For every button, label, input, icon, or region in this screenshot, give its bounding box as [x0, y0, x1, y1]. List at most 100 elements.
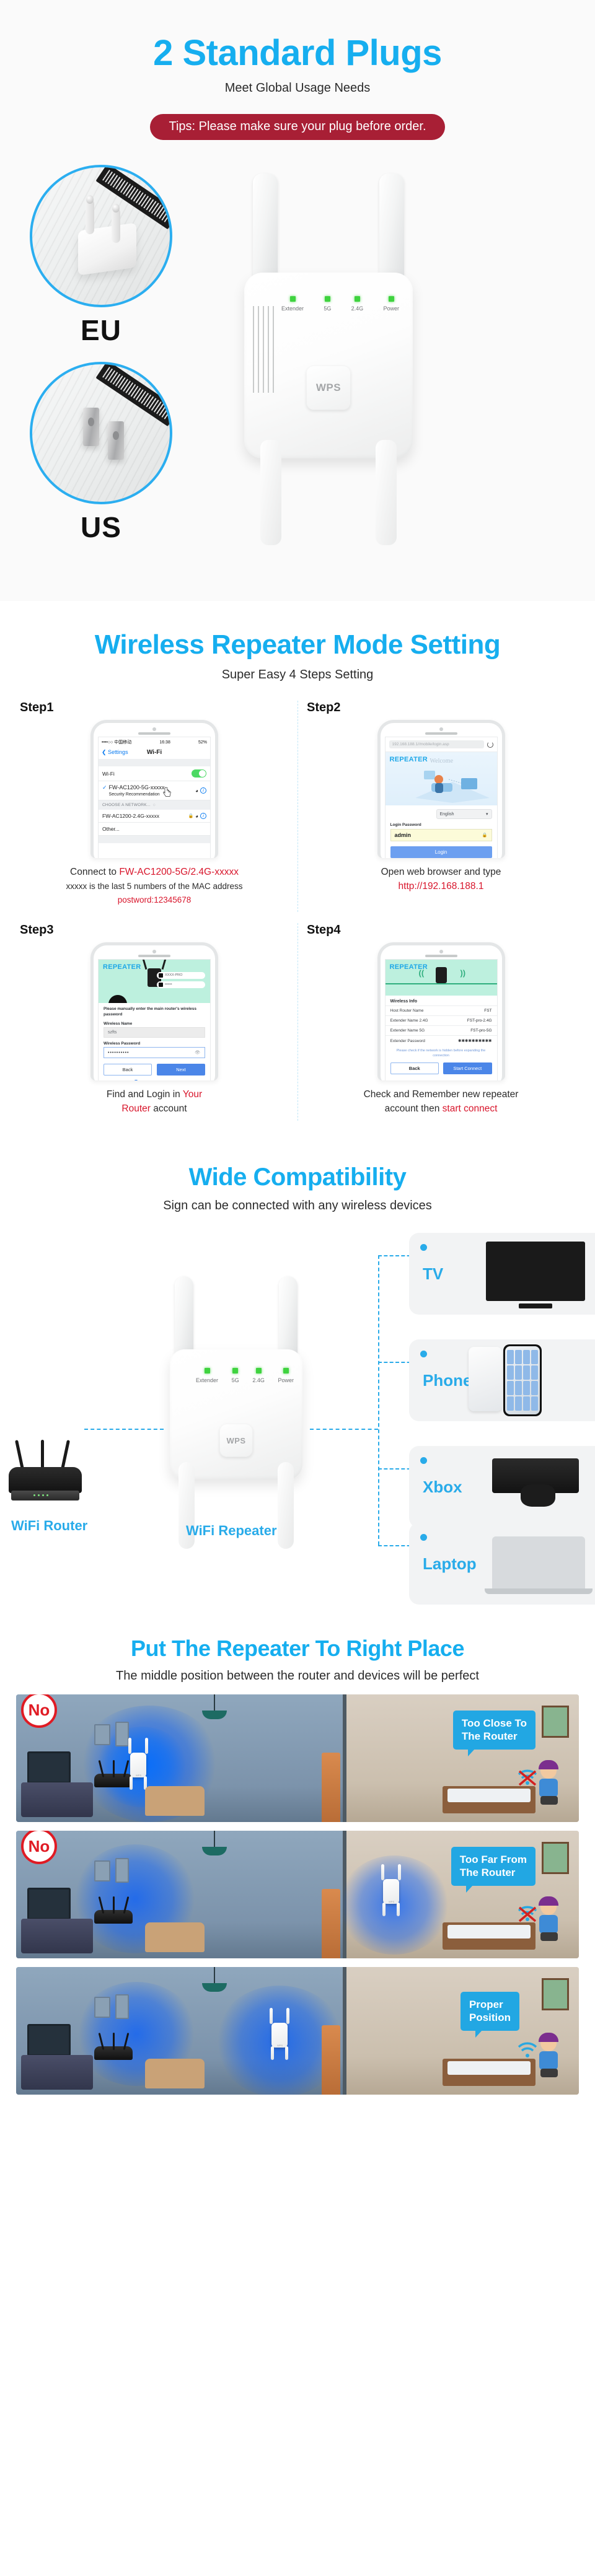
form-buttons: Back Next	[104, 1064, 205, 1076]
window	[542, 1978, 569, 2011]
us-plug-photo	[30, 361, 172, 504]
caption-url: http://192.168.188.1	[398, 880, 484, 892]
start-connect-button[interactable]: Start Connect	[443, 1062, 492, 1074]
led-label: Extender	[196, 1377, 219, 1384]
us-flat-pin	[108, 421, 124, 460]
us-flat-pin	[83, 407, 99, 446]
door	[321, 2025, 340, 2095]
step-1: Step1 ••••○○ 中国移动 16:38 52% ❮ Settings W…	[11, 701, 298, 912]
back-button[interactable]: ❮ Settings	[102, 749, 128, 756]
device-label: TV	[423, 1264, 444, 1283]
phone-mockup: ••••○○ 中国移动 16:38 52% ❮ Settings Wi-Fi W…	[90, 720, 218, 859]
wireless-name-input[interactable]: szfts	[104, 1027, 205, 1038]
info-row: Extender Name 2.4G FST-pro-2.4G	[385, 1015, 497, 1025]
led-dot-icon	[255, 1368, 262, 1374]
network-row-other[interactable]: Other...	[99, 823, 210, 836]
checkmark-icon: ✓	[102, 784, 107, 791]
bed	[443, 1922, 536, 1950]
device-card-laptop: Laptop	[409, 1523, 595, 1605]
led-extender: Extender	[281, 296, 304, 312]
language-select[interactable]: English ▾	[436, 809, 492, 820]
password-input[interactable]: admin 🔒	[390, 829, 492, 842]
repeater-illustration: WPS	[128, 1738, 149, 1790]
callout-label: Proper Position	[460, 1992, 519, 2038]
standard-plugs-section: 2 Standard Plugs Meet Global Usage Needs…	[0, 0, 595, 603]
wireless-password-input[interactable]: •••••••••• 👁	[104, 1047, 205, 1059]
battery-text: 52%	[198, 740, 207, 745]
bed	[443, 2059, 536, 2087]
xbox-illustration	[482, 1446, 595, 1528]
placement-panel-too-far: WPS No Too Far From The Router	[16, 1831, 579, 1959]
wireless-password-label: Wireless Password	[104, 1041, 141, 1046]
spinner-icon: ◌	[152, 803, 156, 808]
wifi-toggle[interactable]	[192, 769, 206, 778]
back-button[interactable]: Back	[390, 1062, 439, 1074]
tv-cabinet	[21, 1919, 93, 1954]
lock-icon	[159, 983, 163, 988]
step-2-caption: Open web browser and type http://192.168…	[307, 865, 575, 893]
led-dot-icon	[289, 296, 296, 302]
phone-back-shell	[469, 1347, 502, 1412]
tv-cabinet	[21, 1782, 93, 1818]
hero-illustration	[415, 771, 490, 804]
choose-network-header: CHOOSE A NETWORK... ◌	[99, 800, 210, 810]
laptop-screen	[492, 1536, 585, 1589]
placement-panels: WPS No Too Close To The Router WPS No To…	[0, 1694, 595, 2095]
wps-button[interactable]: WPS	[219, 1424, 253, 1458]
tv-illustration	[482, 1233, 595, 1315]
phone-screen: REPEATER XXXX-PRO •••••• Please manually…	[98, 959, 211, 1081]
section-header-text: CHOOSE A NETWORK...	[102, 803, 151, 808]
device-label: Laptop	[423, 1554, 477, 1573]
step-2: Step2 192.168.188.1//mobile/login.asp RE…	[298, 701, 584, 913]
phone-speaker-icon	[425, 955, 457, 958]
wall-picture	[115, 1858, 129, 1883]
led-dot-icon	[324, 296, 330, 302]
device-card-tv: TV	[409, 1233, 595, 1315]
device-body: Extender 5G 2.4G Power WPS	[244, 272, 413, 458]
back-button[interactable]: Back	[104, 1064, 152, 1076]
device-body: Extender 5G 2.4G Power WPS	[170, 1349, 302, 1480]
wifi-row-label: Wi-Fi	[102, 770, 115, 777]
tv-screen	[486, 1242, 585, 1309]
next-button[interactable]: Next	[157, 1064, 205, 1076]
caption-plain: account then	[384, 1103, 443, 1114]
led-5g: 5G	[232, 1368, 239, 1383]
lock-icon: 🔒	[482, 833, 488, 838]
router-illustration	[94, 2033, 133, 2061]
phone-screen: 192.168.188.1//mobile/login.asp REPEATER…	[384, 737, 498, 859]
info-icon[interactable]: i	[200, 813, 206, 820]
led-label: Extender	[281, 305, 304, 312]
callout-label: Too Far From The Router	[451, 1847, 536, 1893]
compat-subtitle: Sign can be connected with any wireless …	[163, 1199, 432, 1213]
phone-home-screen	[505, 1346, 540, 1415]
clock-text: 16:38	[159, 740, 170, 745]
lock-icon: 🔒	[188, 814, 194, 819]
caption-line2: xxxxx is the last 5 numbers of the MAC a…	[66, 881, 243, 891]
login-button[interactable]: Login	[390, 846, 492, 859]
person-illustration	[536, 1896, 563, 1942]
phone-speaker-icon	[425, 732, 457, 735]
row-value: ✱✱✱✱✱✱✱✱✱✱	[458, 1039, 492, 1044]
network-row[interactable]: FW-AC1200-2.4G-xxxxx 🔒 ◕ i	[99, 810, 210, 823]
language-value: English	[439, 812, 454, 817]
caption-line1: Open web browser and type	[381, 867, 501, 878]
list-gap	[99, 759, 210, 767]
callout-label: Too Close To The Router	[452, 1711, 536, 1756]
browser-url-bar[interactable]: 192.168.188.1//mobile/login.asp	[385, 737, 497, 753]
url-text[interactable]: 192.168.188.1//mobile/login.asp	[389, 740, 484, 749]
phone-screen: REPEATER (( )) Wireless Info Host Router…	[384, 959, 498, 1081]
connected-network-row[interactable]: ✓ FW-AC1200-5G-xxxxx Security Recommenda…	[99, 781, 210, 801]
placement-panel-too-close: WPS No Too Close To The Router	[16, 1694, 579, 1823]
caption-highlight: FW-AC1200-5G/2.4G-xxxxx	[119, 867, 239, 878]
sofa	[145, 1922, 205, 1953]
reload-icon[interactable]	[487, 741, 493, 748]
step-4-label: Step4	[307, 923, 341, 937]
eye-icon[interactable]: 👁	[195, 1050, 201, 1055]
wps-button[interactable]: WPS	[306, 365, 351, 410]
wifi-toggle-row[interactable]: Wi-Fi	[99, 766, 210, 782]
username-value: XXXX-PRO	[165, 973, 183, 978]
caption-highlight: start connect	[442, 1103, 498, 1114]
phone-speaker-icon	[138, 732, 170, 735]
info-icon[interactable]: i	[200, 787, 206, 794]
sofa	[145, 1786, 205, 1816]
